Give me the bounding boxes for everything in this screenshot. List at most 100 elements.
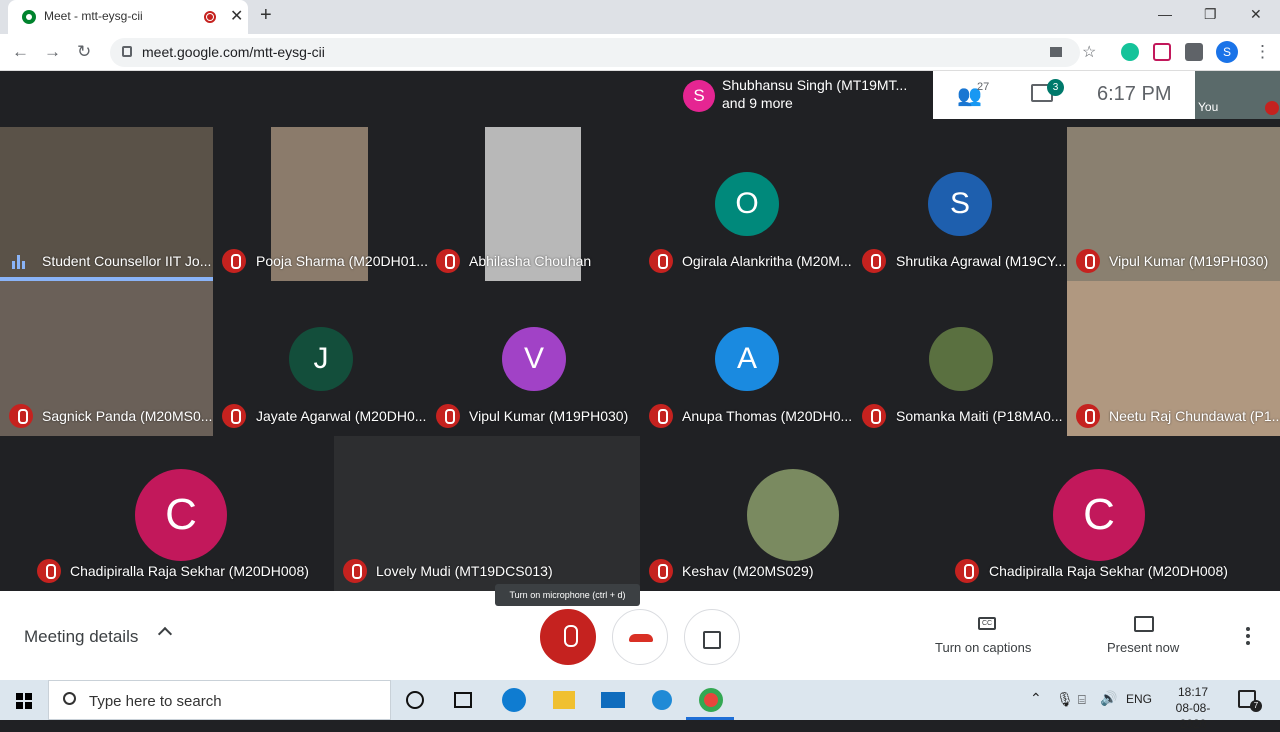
leave-call-button[interactable] xyxy=(612,609,668,665)
recording-indicator-icon xyxy=(204,11,216,23)
reload-icon[interactable]: ↻ xyxy=(77,42,91,62)
pocket-extension-icon[interactable] xyxy=(1153,43,1171,61)
taskbar-clock[interactable]: 18:17 08-08-2020 xyxy=(1163,684,1223,732)
participant-name: Sagnick Panda (M20MS0... xyxy=(42,408,213,424)
new-tab-button[interactable]: + xyxy=(260,4,272,27)
forward-icon[interactable]: → xyxy=(44,42,61,62)
participant-tile[interactable]: Keshav (M20MS029) xyxy=(640,436,946,591)
participant-tile[interactable]: Neetu Raj Chundawat (P1... xyxy=(1067,281,1280,436)
participant-tile[interactable]: Vipul Kumar (M19PH030) xyxy=(1067,127,1280,281)
participant-tile[interactable]: J Jayate Agarwal (M20DH0... xyxy=(213,281,427,436)
participant-tile[interactable]: O Ogirala Alankritha (M20M... xyxy=(640,127,853,281)
participant-tile[interactable]: Somanka Maiti (P18MA0... xyxy=(853,281,1067,436)
participant-photo-avatar xyxy=(747,469,839,561)
participant-avatar: C xyxy=(1053,469,1145,561)
participant-name: Pooja Sharma (M20DH01... xyxy=(256,253,427,269)
self-label: You xyxy=(1198,100,1219,114)
mic-off-icon xyxy=(222,249,246,273)
participant-name: Abhilasha Chouhan xyxy=(469,253,592,269)
participant-tile[interactable]: Abhilasha Chouhan xyxy=(427,127,640,281)
camera-toggle-button[interactable] xyxy=(684,609,740,665)
windows-start-icon[interactable] xyxy=(16,693,32,709)
mic-off-icon xyxy=(862,404,886,428)
mic-off-icon xyxy=(1076,249,1100,273)
microphone-tray-icon[interactable]: 🎙 xyxy=(1056,691,1074,708)
search-icon xyxy=(63,692,76,705)
meeting-time: 6:17 PM xyxy=(1097,83,1172,105)
meeting-controls-bar: Meeting details CC Turn on captions Pres… xyxy=(0,591,1280,680)
network-icon[interactable]: ⌸ xyxy=(1078,692,1086,708)
camera-permission-icon[interactable] xyxy=(1050,47,1062,57)
participant-name: Somanka Maiti (P18MA0... xyxy=(896,408,1063,424)
lock-icon xyxy=(122,46,132,57)
presenter-more: and 9 more xyxy=(722,95,793,111)
meet-stage: S Shubhansu Singh (MT19MT... and 9 more … xyxy=(0,71,1280,591)
present-icon[interactable] xyxy=(1134,616,1154,632)
presenting-banner[interactable]: S Shubhansu Singh (MT19MT... and 9 more xyxy=(675,71,933,119)
bookmark-star-icon[interactable]: ☆ xyxy=(1082,42,1096,62)
participant-avatar: V xyxy=(502,327,566,391)
participant-name: Lovely Mudi (MT19DCS013) xyxy=(376,563,553,579)
tab-meet[interactable]: Meet - mtt-eysg-cii ✕ xyxy=(8,0,248,34)
participant-tile[interactable]: S Shrutika Agrawal (M19CY... xyxy=(853,127,1067,281)
participant-tile[interactable]: Lovely Mudi (MT19DCS013) xyxy=(334,436,640,591)
more-options-icon[interactable] xyxy=(1246,627,1250,645)
participant-name: Chadipiralla Raja Sekhar (M20DH008) xyxy=(70,563,309,579)
chrome-menu-icon[interactable]: ⋮ xyxy=(1254,42,1271,62)
participant-tile[interactable]: Pooja Sharma (M20DH01... xyxy=(213,127,427,281)
search-placeholder: Type here to search xyxy=(89,693,222,710)
participant-tile[interactable]: C Chadipiralla Raja Sekhar (M20DH008) xyxy=(28,436,334,591)
back-icon[interactable]: ← xyxy=(12,42,29,62)
tab-close-icon[interactable]: ✕ xyxy=(230,6,243,26)
mic-off-icon xyxy=(649,249,673,273)
meeting-details-button[interactable]: Meeting details xyxy=(24,627,138,647)
cortana-icon[interactable] xyxy=(406,691,424,709)
participant-name: Keshav (M20MS029) xyxy=(682,563,814,579)
presenter-name: Shubhansu Singh (MT19MT... xyxy=(722,77,908,93)
extensions-puzzle-icon[interactable] xyxy=(1185,43,1203,61)
minimize-button[interactable]: — xyxy=(1158,6,1172,22)
mail-icon[interactable] xyxy=(601,692,625,708)
mic-tooltip: Turn on microphone (ctrl + d) xyxy=(495,584,640,606)
participant-avatar: S xyxy=(928,172,992,236)
mic-off-icon xyxy=(649,559,673,583)
mic-off-icon xyxy=(222,404,246,428)
file-explorer-icon[interactable] xyxy=(553,691,575,709)
language-indicator[interactable]: ENG xyxy=(1126,692,1152,706)
grammarly-extension-icon[interactable] xyxy=(1121,43,1139,61)
restore-button[interactable]: ❐ xyxy=(1204,6,1217,23)
mic-off-icon xyxy=(649,404,673,428)
participant-tile[interactable]: A Anupa Thomas (M20DH0... xyxy=(640,281,853,436)
chrome-taskbar-icon[interactable] xyxy=(699,688,723,712)
present-now-button[interactable]: Present now xyxy=(1107,640,1179,655)
profile-avatar[interactable]: S xyxy=(1216,41,1238,63)
participant-avatar: A xyxy=(715,327,779,391)
edge-icon[interactable] xyxy=(502,688,526,712)
participant-avatar: O xyxy=(715,172,779,236)
mic-off-icon xyxy=(862,249,886,273)
window-close-button[interactable]: ✕ xyxy=(1250,6,1262,23)
volume-icon[interactable]: 🔊 xyxy=(1100,690,1117,707)
chevron-up-icon[interactable] xyxy=(157,626,173,642)
participant-tile[interactable]: C Chadipiralla Raja Sekhar (M20DH008) xyxy=(946,436,1252,591)
url-text: meet.google.com/mtt-eysg-cii xyxy=(142,44,325,60)
mic-off-icon xyxy=(1076,404,1100,428)
speaking-indicator-icon xyxy=(12,255,28,269)
mic-off-icon xyxy=(955,559,979,583)
task-view-icon[interactable] xyxy=(454,692,472,708)
participant-tile[interactable]: V Vipul Kumar (M19PH030) xyxy=(427,281,640,436)
captions-icon[interactable]: CC xyxy=(978,617,996,630)
app-icon[interactable] xyxy=(652,690,672,710)
participant-tile[interactable]: Student Counsellor IIT Jo... xyxy=(0,127,213,281)
self-view[interactable]: You xyxy=(1195,71,1280,119)
participant-tile[interactable]: Sagnick Panda (M20MS0... xyxy=(0,281,213,436)
tray-chevron-up-icon[interactable]: ⌃ xyxy=(1030,690,1042,707)
mic-off-icon xyxy=(343,559,367,583)
address-bar[interactable]: meet.google.com/mtt-eysg-cii ☆ xyxy=(110,38,1096,67)
taskbar-search-box[interactable]: Type here to search xyxy=(48,680,391,720)
browser-toolbar: ← → ↻ meet.google.com/mtt-eysg-cii ☆ xyxy=(0,34,1280,71)
windows-taskbar: Type here to search ⌃ 🎙 ⌸ 🔊 ENG 18:17 08… xyxy=(0,680,1280,731)
mic-off-icon xyxy=(37,559,61,583)
microphone-toggle-button[interactable] xyxy=(540,609,596,665)
captions-button[interactable]: Turn on captions xyxy=(935,640,1031,655)
